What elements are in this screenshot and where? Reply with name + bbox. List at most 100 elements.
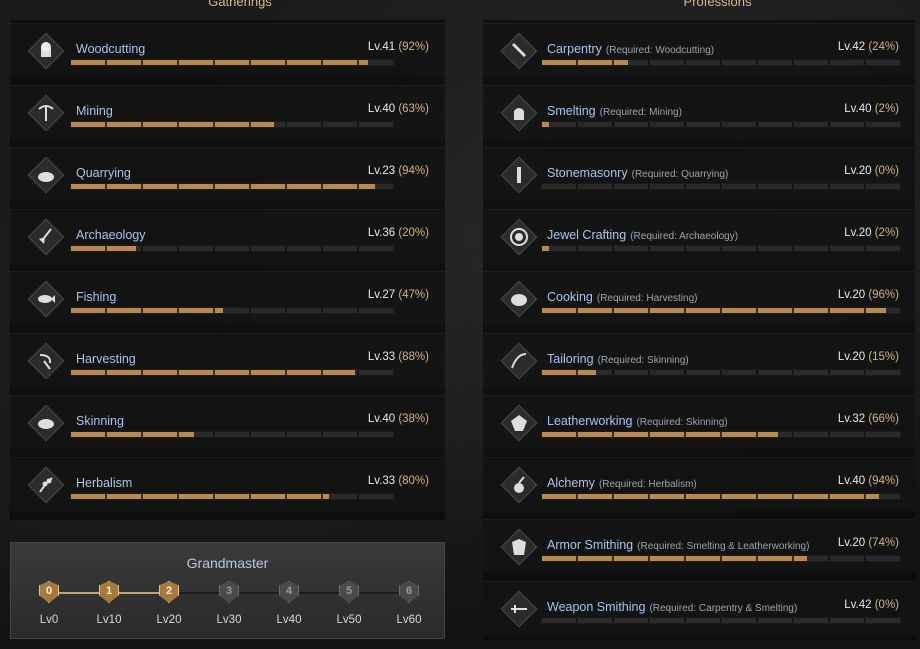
skill-level: Lv.20 (96%) [837, 289, 899, 301]
progress-fill [71, 246, 136, 251]
skill-name: Leatherworking (Required: Skinning) [547, 414, 728, 428]
progress-bar [541, 555, 901, 562]
progress-fill [542, 60, 628, 65]
skill-percent: (92%) [398, 41, 429, 53]
professions-row-tailoring[interactable]: Tailoring (Required: Skinning) Lv.20 (15%) [483, 333, 915, 387]
furnace-icon [500, 94, 538, 132]
skill-name: Skinning [76, 414, 124, 428]
progress-bar [70, 183, 395, 190]
skill-name: Carpentry (Required: Woodcutting) [547, 42, 715, 56]
grandmaster-tier-label: Lv20 [156, 614, 182, 626]
gatherings-row-fishing[interactable]: Fishing Lv.27 (47%) [10, 271, 445, 325]
skill-level: Lv.40 (63%) [367, 103, 429, 115]
pot-icon [500, 280, 538, 318]
skill-name: Armor Smithing (Required: Smelting & Leat… [547, 538, 810, 552]
grandmaster-tier-6[interactable]: 6 [395, 579, 423, 607]
progress-fill [542, 370, 596, 375]
requirement-text: (Required: Archaeology) [630, 231, 739, 242]
professions-row-stonemasonry[interactable]: Stonemasonry (Required: Quarrying) Lv.20 (… [483, 147, 915, 201]
gatherings-panel: Woodcutting Lv.41 (92%) Mining Lv.40 (63%) Q… [10, 20, 445, 520]
skill-level: Lv.40 (2%) [844, 103, 899, 115]
skill-level: Lv.20 (0%) [844, 165, 899, 177]
grandmaster-tier-label: Lv40 [276, 614, 302, 626]
skill-name: Stonemasonry (Required: Quarrying) [547, 166, 729, 180]
skill-percent: (38%) [398, 413, 429, 425]
boar-icon [27, 404, 65, 442]
pickaxe-icon [27, 94, 65, 132]
professions-row-armor-smithing[interactable]: Armor Smithing (Required: Smelting & Leat… [483, 519, 915, 573]
grandmaster-tier-3[interactable]: 3 [215, 579, 243, 607]
progress-fill [542, 556, 807, 561]
grandmaster-tier-2[interactable]: 2 [155, 579, 183, 607]
professions-row-smelting[interactable]: Smelting (Required: Mining) Lv.40 (2%) [483, 85, 915, 139]
gatherings-row-skinning[interactable]: Skinning Lv.40 (38%) [10, 395, 445, 449]
sword-icon [500, 590, 538, 628]
grandmaster-tier-5[interactable]: 5 [335, 579, 363, 607]
progress-bar [541, 431, 901, 438]
requirement-text: (Required: Skinning) [597, 355, 689, 366]
progress-bar [70, 307, 395, 314]
skill-name: Herbalism [76, 476, 133, 490]
gatherings-row-quarrying[interactable]: Quarrying Lv.23 (94%) [10, 147, 445, 201]
grandmaster-tier-1[interactable]: 1 [95, 579, 123, 607]
progress-bar [70, 121, 395, 128]
gatherings-row-mining[interactable]: Mining Lv.40 (63%) [10, 85, 445, 139]
professions-title: Professions [640, 0, 795, 10]
professions-row-alchemy[interactable]: Alchemy (Required: Herbalism) Lv.40 (94%) [483, 457, 915, 511]
progress-fill [71, 308, 223, 313]
grandmaster-tier-label: Lv50 [336, 614, 362, 626]
progress-bar [541, 183, 901, 190]
gatherings-row-harvesting[interactable]: Harvesting Lv.33 (88%) [10, 333, 445, 387]
professions-row-jewel-crafting[interactable]: Jewel Crafting (Required: Archaeology) Lv.… [483, 209, 915, 263]
progress-fill [542, 122, 550, 127]
gatherings-title: Gatherings [170, 0, 310, 10]
professions-row-weapon-smithing[interactable]: Weapon Smithing (Required: Carpentry & Sm… [483, 581, 915, 635]
skill-percent: (2%) [874, 227, 899, 239]
progress-bar [70, 431, 395, 438]
requirement-text: (Required: Harvesting) [596, 293, 698, 304]
progress-bar [541, 617, 901, 624]
skill-percent: (66%) [868, 413, 899, 425]
chisel-icon [500, 156, 538, 194]
progress-fill [542, 246, 550, 251]
gatherings-row-archaeology[interactable]: Archaeology Lv.36 (20%) [10, 209, 445, 263]
progress-fill [71, 432, 194, 437]
skill-name: Smelting (Required: Mining) [547, 104, 682, 118]
fish-icon [27, 280, 65, 318]
professions-row-carpentry[interactable]: Carpentry (Required: Woodcutting) Lv.42 (2… [483, 23, 915, 77]
skill-level: Lv.42 (24%) [837, 41, 899, 53]
progress-bar [541, 493, 901, 500]
flask-icon [500, 466, 538, 504]
skill-level: Lv.36 (20%) [367, 227, 429, 239]
requirement-text: (Required: Mining) [599, 107, 682, 118]
professions-row-leatherworking[interactable]: Leatherworking (Required: Skinning) Lv.32 … [483, 395, 915, 449]
hide-icon [500, 404, 538, 442]
skill-percent: (80%) [398, 475, 429, 487]
skill-level: Lv.40 (38%) [367, 413, 429, 425]
gatherings-row-herbalism[interactable]: Herbalism Lv.33 (80%) [10, 457, 445, 511]
skill-level: Lv.41 (92%) [367, 41, 429, 53]
grandmaster-tier-0[interactable]: 0 [35, 579, 63, 607]
skill-percent: (0%) [874, 165, 899, 177]
skill-level: Lv.40 (94%) [837, 475, 899, 487]
log-icon [27, 32, 65, 70]
skill-level: Lv.33 (88%) [367, 351, 429, 363]
professions-row-cooking[interactable]: Cooking (Required: Harvesting) Lv.20 (96%) [483, 271, 915, 325]
gatherings-row-woodcutting[interactable]: Woodcutting Lv.41 (92%) [10, 23, 445, 77]
progress-fill [542, 494, 879, 499]
grandmaster-tier-label: Lv0 [39, 614, 59, 626]
progress-bar [541, 307, 901, 314]
skill-name: Alchemy (Required: Herbalism) [547, 476, 697, 490]
skill-percent: (88%) [398, 351, 429, 363]
progress-bar [541, 59, 901, 66]
sickle-icon [27, 342, 65, 380]
progress-bar [70, 59, 395, 66]
progress-fill [71, 184, 375, 189]
skill-name: Archaeology [76, 228, 146, 242]
progress-fill [71, 370, 356, 375]
grandmaster-tier-4[interactable]: 4 [275, 579, 303, 607]
grandmaster-panel: Grandmaster 0 Lv0 1 Lv10 2 Lv20 3 Lv30 4 Lv40 5 Lv5… [10, 542, 445, 639]
progress-fill [542, 308, 886, 313]
skill-name: Woodcutting [76, 42, 146, 56]
skill-name: Harvesting [76, 352, 136, 366]
